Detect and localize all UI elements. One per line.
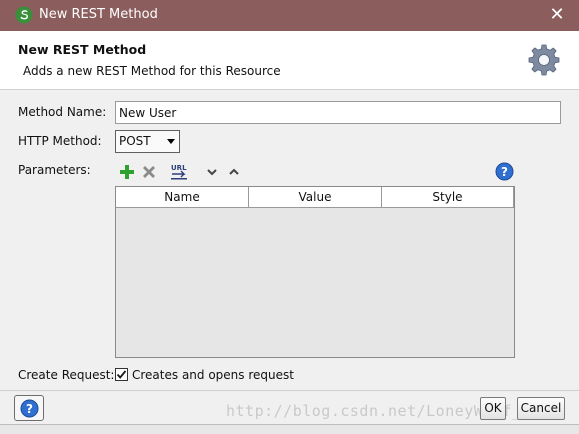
gear-icon [528, 44, 560, 76]
create-request-label: Create Request: [18, 368, 115, 382]
parameters-table[interactable]: Name Value Style [115, 186, 515, 358]
remove-icon[interactable] [141, 163, 157, 181]
create-request-text: Creates and opens request [132, 368, 294, 382]
cancel-button[interactable]: Cancel [517, 397, 565, 420]
header-title: New REST Method [18, 42, 147, 57]
svg-text:?: ? [501, 165, 508, 179]
table-header: Name Value Style [116, 187, 514, 208]
close-icon: ✕ [549, 4, 565, 25]
method-name-label: Method Name: [18, 105, 107, 119]
soapui-logo-icon [15, 6, 33, 24]
dialog-header: New REST Method Adds a new REST Method f… [0, 31, 579, 90]
help-icon: ? [20, 399, 39, 418]
window-title: New REST Method [39, 7, 158, 22]
svg-text:?: ? [26, 402, 33, 416]
add-icon[interactable] [119, 163, 135, 181]
checkmark-icon [116, 370, 127, 379]
close-button[interactable]: ✕ [545, 3, 569, 27]
url-icon[interactable]: URL [170, 163, 190, 181]
watermark: http://blog.csdn.net/LoneyWolf_0326 [226, 402, 560, 420]
move-up-icon[interactable] [227, 163, 241, 181]
ok-button[interactable]: OK [480, 397, 506, 420]
column-header-name[interactable]: Name [116, 187, 249, 208]
help-icon[interactable]: ? [495, 162, 514, 181]
http-method-label: HTTP Method: [18, 134, 102, 148]
create-request-checkbox[interactable] [115, 368, 128, 381]
help-button[interactable]: ? [14, 395, 44, 421]
title-bar: New REST Method ✕ [0, 0, 579, 31]
parameters-label: Parameters: [18, 163, 91, 177]
http-method-value: POST [119, 134, 151, 148]
column-header-style[interactable]: Style [382, 187, 514, 208]
footer-divider [0, 390, 579, 391]
column-header-value[interactable]: Value [249, 187, 382, 208]
method-name-input[interactable] [115, 101, 561, 124]
move-down-icon[interactable] [205, 163, 219, 181]
http-method-select[interactable]: POST [115, 130, 180, 153]
svg-text:URL: URL [171, 164, 187, 172]
header-subtitle: Adds a new REST Method for this Resource [23, 64, 281, 78]
dropdown-arrow-icon [167, 139, 175, 144]
